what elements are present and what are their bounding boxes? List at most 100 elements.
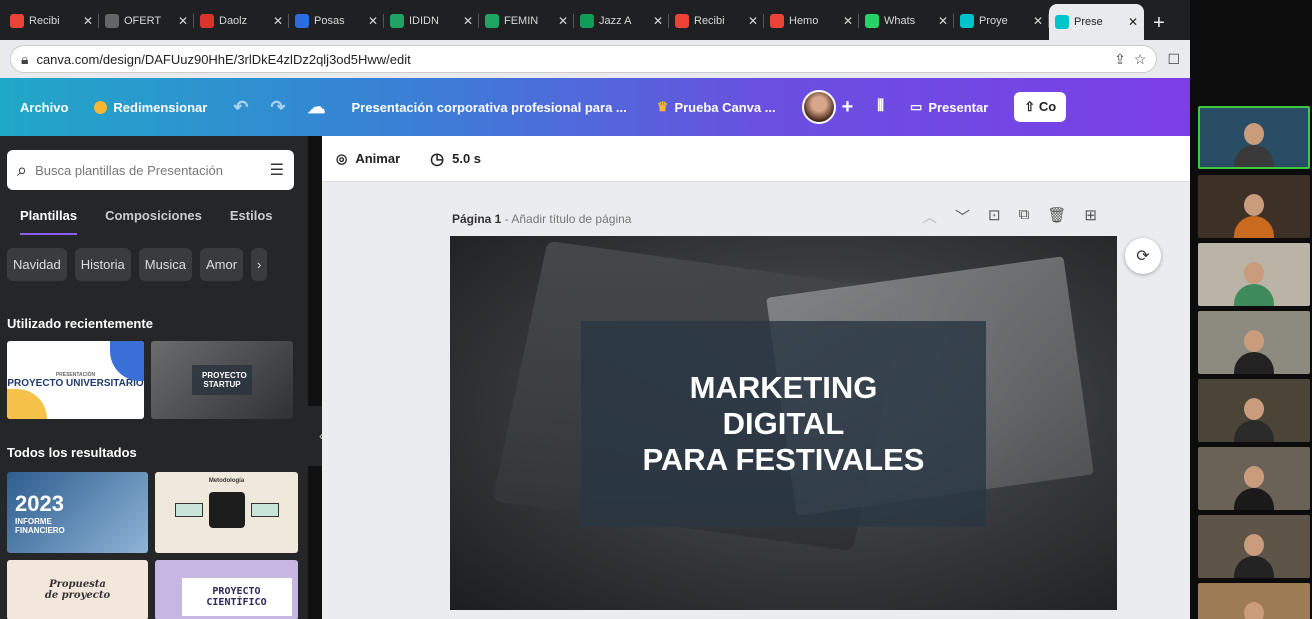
browser-tab[interactable]: Recibi ✕	[4, 4, 99, 38]
present-icon: ▭	[910, 99, 923, 114]
tab-label: Jazz A	[599, 15, 632, 27]
share-icon[interactable]: ⇪	[1114, 51, 1126, 68]
close-icon[interactable]: ✕	[748, 14, 758, 28]
browser-tab[interactable]: Daolz ✕	[194, 4, 289, 38]
close-icon[interactable]: ✕	[83, 14, 93, 28]
template-proyecto-startup[interactable]: PROYECTO STARTUP	[151, 341, 293, 419]
redo-icon[interactable]: ↷	[270, 97, 285, 118]
slide-title-line[interactable]: MARKETING	[690, 370, 878, 406]
chip-historia[interactable]: Historia	[74, 248, 131, 281]
search-icon: ⌕	[17, 159, 28, 180]
tab-composiciones[interactable]: Composiciones	[105, 208, 202, 235]
close-icon[interactable]: ✕	[653, 14, 663, 28]
close-icon[interactable]: ✕	[273, 14, 283, 28]
participant-video-tile[interactable]	[1198, 175, 1310, 238]
omnibox[interactable]: 🔒︎ canva.com/design/DAFUuz90HhE/3rlDkE4z…	[10, 45, 1158, 73]
participant-head	[1244, 398, 1264, 420]
lock-icon[interactable]: 🔒︎	[21, 51, 28, 68]
template-propuesta-de-proyecto[interactable]: Propuesta de proyecto	[7, 560, 148, 619]
participant-video-tile[interactable]	[1198, 515, 1310, 578]
template-search[interactable]: ⌕ Busca plantillas de Presentación ☰	[7, 150, 294, 190]
chip-amor[interactable]: Amor	[199, 248, 244, 281]
participant-figure	[1234, 534, 1274, 578]
trial-button[interactable]: ♛ Prueba Canva ...	[657, 99, 776, 115]
slide-title-line[interactable]: DIGITAL	[723, 406, 845, 442]
refresh-suggestions-icon[interactable]: ⟳	[1125, 238, 1161, 274]
new-tab-button[interactable]: +	[1144, 6, 1174, 40]
thumb-year: 2023	[15, 490, 64, 516]
duration-button[interactable]: ◷ 5.0 s	[430, 149, 481, 169]
duplicate-icon[interactable]: ⧉	[1019, 206, 1030, 227]
cloud-saved-icon[interactable]: ☁	[308, 97, 326, 118]
browser-tab[interactable]: Whats ✕	[859, 4, 954, 38]
filter-icon[interactable]: ☰	[270, 160, 284, 180]
resize-label: Redimensionar	[113, 99, 208, 115]
close-icon[interactable]: ✕	[463, 14, 473, 28]
browser-tab[interactable]: Recibi ✕	[669, 4, 764, 38]
tab-label: Proye	[979, 15, 1008, 27]
participant-video-tile[interactable]	[1198, 379, 1310, 442]
bookmark-star-icon[interactable]: ☆	[1134, 51, 1147, 68]
resize-button[interactable]: Redimensionar	[94, 100, 207, 115]
crown-icon	[94, 100, 108, 114]
chips-next-icon[interactable]: ›	[251, 248, 268, 281]
close-icon[interactable]: ✕	[1033, 14, 1043, 28]
browser-tab[interactable]: Posas ✕	[289, 4, 384, 38]
file-menu[interactable]: Archivo	[20, 100, 68, 115]
participant-video-tile[interactable]	[1198, 447, 1310, 510]
template-metodologia[interactable]: Metodología	[155, 472, 298, 553]
browser-tab[interactable]: IDIDN ✕	[384, 4, 479, 38]
close-icon[interactable]: ✕	[938, 14, 948, 28]
page-title-placeholder[interactable]: - Añadir título de página	[505, 212, 632, 226]
present-button[interactable]: ▭ Presentar	[910, 99, 988, 115]
slide-title-box[interactable]: MARKETING DIGITAL PARA FESTIVALES	[581, 321, 986, 527]
browser-tab[interactable]: Proye ✕	[954, 4, 1049, 38]
gmail-icon	[10, 14, 24, 28]
analytics-icon[interactable]: ⫴	[877, 98, 884, 116]
participant-video-tile[interactable]	[1198, 243, 1310, 306]
document-title[interactable]: Presentación corporativa profesional par…	[352, 100, 627, 115]
close-icon[interactable]: ✕	[368, 14, 378, 28]
browser-tab[interactable]: Hemo ✕	[764, 4, 859, 38]
tab-view-icon[interactable]: ☐	[1167, 51, 1180, 68]
browser-tab[interactable]: OFERT ✕	[99, 4, 194, 38]
lock-icon[interactable]: ⊡	[988, 206, 1001, 227]
chevron-down-icon[interactable]: ﹀	[955, 206, 970, 227]
participant-video-tile[interactable]	[1198, 311, 1310, 374]
chevron-up-icon[interactable]: ︿	[922, 206, 937, 227]
page-title[interactable]: Página 1 - Añadir título de página	[452, 212, 631, 226]
close-icon[interactable]: ✕	[843, 14, 853, 28]
share-button[interactable]: ⇧ Co	[1014, 92, 1067, 122]
template-informe-financiero[interactable]: 2023 INFORME FINANCIERO	[7, 472, 148, 553]
undo-icon[interactable]: ↶	[233, 97, 248, 118]
app-icon	[200, 14, 214, 28]
template-proyecto-universitario[interactable]: PRESENTACIÓN PROYECTO UNIVERSITARIO	[7, 341, 144, 419]
close-icon[interactable]: ✕	[1128, 15, 1138, 29]
browser-tab[interactable]: FEMIN ✕	[479, 4, 574, 38]
animate-button[interactable]: ◎ Animar	[336, 151, 400, 167]
clock-icon: ◷	[430, 150, 445, 168]
trash-icon[interactable]: 🗑︎	[1047, 206, 1066, 227]
tab-plantillas[interactable]: Plantillas	[20, 208, 78, 235]
participant-video-tile[interactable]	[1198, 583, 1310, 619]
add-collaborator-icon[interactable]: +	[842, 96, 854, 119]
participant-head	[1244, 466, 1264, 488]
chip-navidad[interactable]: Navidad	[7, 248, 67, 281]
browser-tab[interactable]: Prese ✕	[1049, 4, 1144, 40]
chip-musica[interactable]: Musica	[138, 248, 192, 281]
slide-canvas[interactable]: MARKETING DIGITAL PARA FESTIVALES	[450, 236, 1117, 610]
search-input[interactable]: Busca plantillas de Presentación	[35, 163, 223, 178]
editor-area: ◎ Animar ◷ 5.0 s Página 1 - Añadir títul…	[322, 136, 1190, 619]
slide-title-line[interactable]: PARA FESTIVALES	[643, 442, 925, 478]
close-icon[interactable]: ✕	[558, 14, 568, 28]
close-icon[interactable]: ✕	[178, 14, 188, 28]
browser-tab[interactable]: Jazz A ✕	[574, 4, 669, 38]
add-page-icon[interactable]: ⊞	[1084, 206, 1097, 227]
url-text[interactable]: canva.com/design/DAFUuz90HhE/3rlDkE4zlDz…	[36, 52, 1106, 67]
thumb-title: PROYECTO CIENTÍFICO	[181, 578, 292, 616]
avatar[interactable]	[801, 90, 836, 124]
tab-label: Recibi	[29, 15, 60, 27]
tab-estilos[interactable]: Estilos	[230, 208, 273, 235]
participant-video-tile[interactable]	[1198, 106, 1310, 169]
template-proyecto-cientifico[interactable]: PROYECTO CIENTÍFICO	[155, 560, 298, 619]
